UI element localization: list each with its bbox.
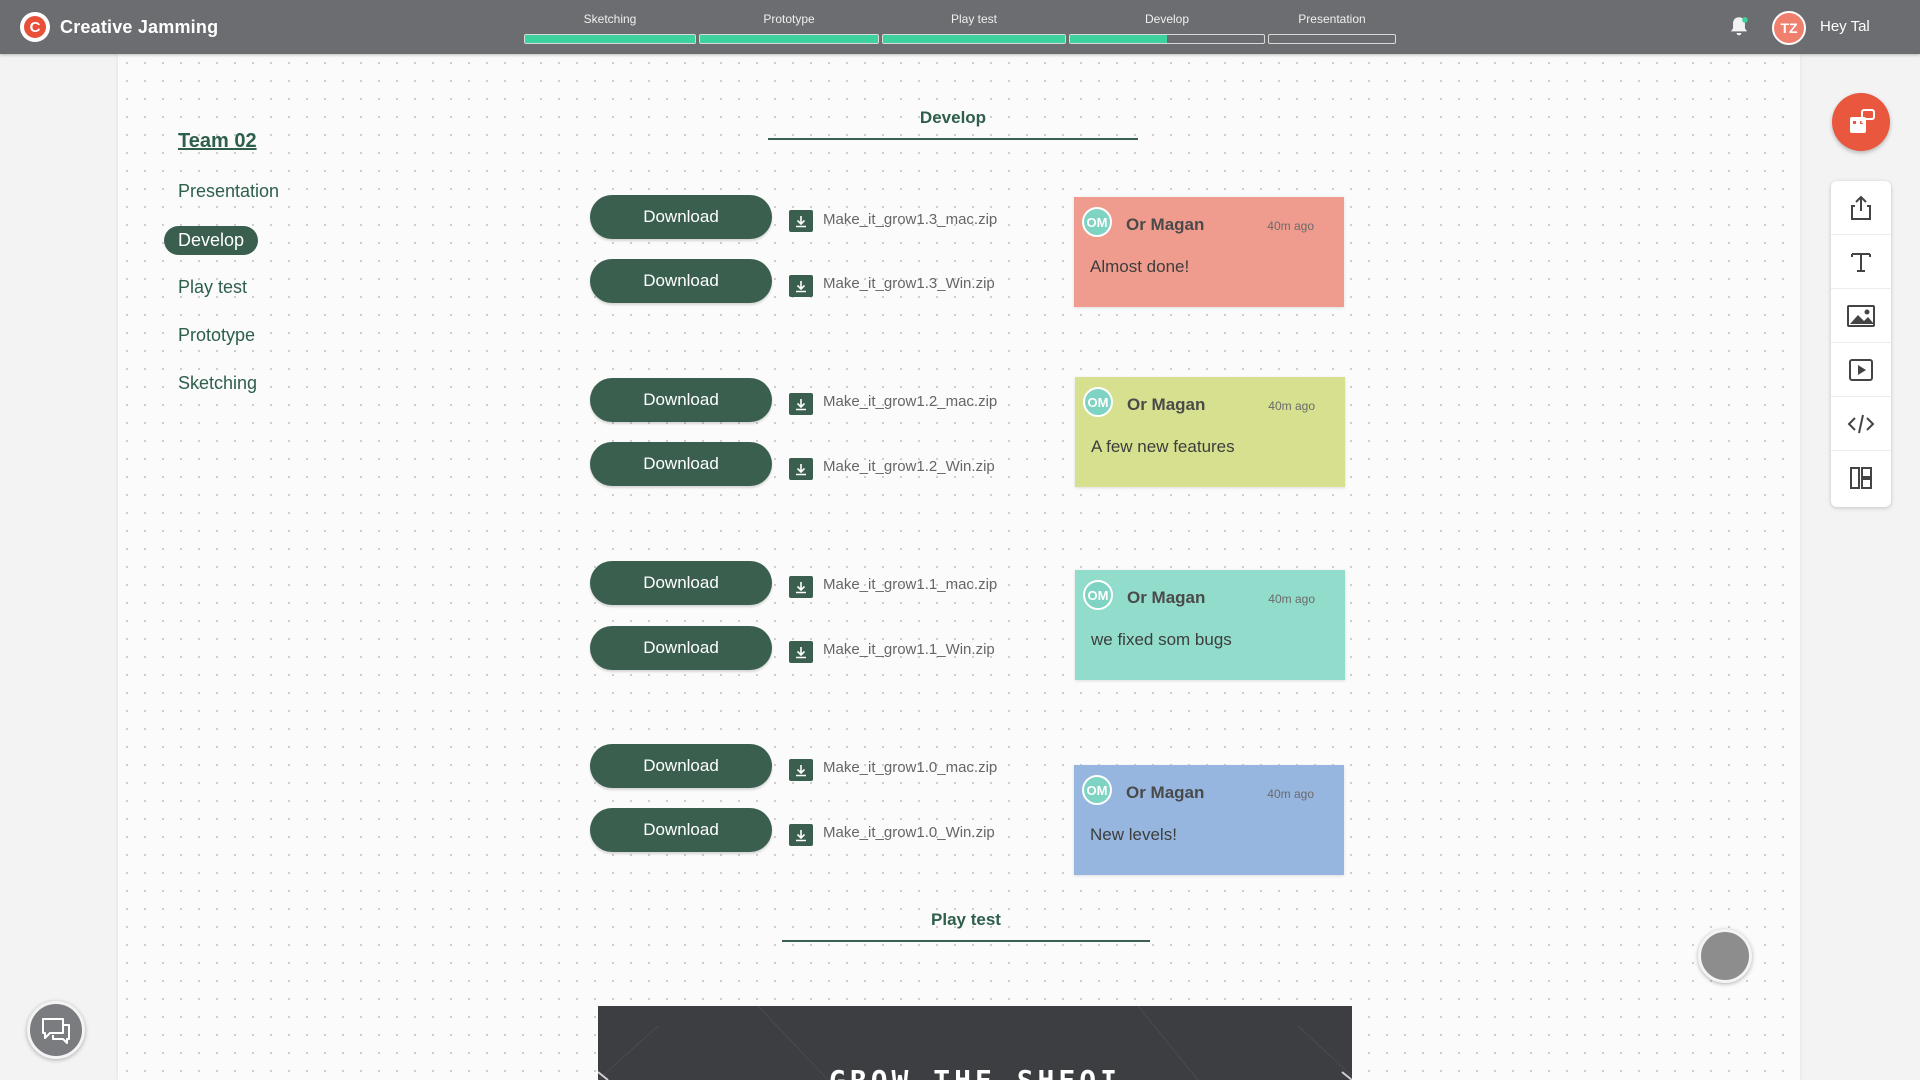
download-file-icon[interactable]: [789, 210, 813, 232]
comment-note[interactable]: OM Or Magan 40m ago we fixed som bugs: [1075, 570, 1345, 680]
insert-toolbar: [1831, 181, 1891, 507]
video-tool[interactable]: [1831, 343, 1891, 397]
comment-time: 40m ago: [1267, 787, 1314, 801]
section-title-playtest: Play test: [782, 910, 1150, 942]
collaborator-cursor[interactable]: [1698, 929, 1752, 983]
comment-message: New levels!: [1090, 825, 1177, 844]
team-link[interactable]: Team 02: [178, 130, 257, 153]
download-file-icon[interactable]: [789, 759, 813, 781]
nav-item-develop[interactable]: Develop: [164, 226, 259, 255]
nav-item-presentation[interactable]: Presentation: [178, 181, 279, 202]
stage-progress: Sketching Prototype Play test Develop Pr…: [524, 12, 1396, 44]
download-button[interactable]: Download: [590, 626, 772, 670]
file-name-link[interactable]: Make_it_grow1.3_Win.zip: [823, 275, 995, 292]
file-name-link[interactable]: Make_it_grow1.3_mac.zip: [823, 211, 997, 228]
nav-item-playtest[interactable]: Play test: [178, 277, 247, 298]
code-tool[interactable]: [1831, 397, 1891, 451]
comment-time: 40m ago: [1268, 399, 1315, 413]
download-button[interactable]: Download: [590, 808, 772, 852]
file-name-link[interactable]: Make_it_grow1.2_Win.zip: [823, 458, 995, 475]
comment-message: A few new features: [1091, 437, 1235, 456]
brand[interactable]: C Creative Jamming: [20, 12, 218, 42]
notification-bell-icon[interactable]: [1726, 14, 1752, 40]
download-button[interactable]: Download: [590, 744, 772, 788]
file-name-link[interactable]: Make_it_grow1.1_mac.zip: [823, 576, 997, 593]
nav-item-sketching[interactable]: Sketching: [178, 373, 257, 394]
section-title-develop: Develop: [768, 108, 1138, 140]
file-name-link[interactable]: Make_it_grow1.0_Win.zip: [823, 824, 995, 841]
chat-icon: [42, 1018, 70, 1044]
download-button[interactable]: Download: [590, 259, 772, 303]
stage-label: Develop: [1144, 12, 1190, 26]
brand-logo-icon: C: [20, 12, 50, 42]
comment-time: 40m ago: [1267, 219, 1314, 233]
comment-note[interactable]: OM Or Magan 40m ago Almost done!: [1074, 197, 1344, 307]
stage-label: Prototype: [763, 12, 815, 26]
comment-message: we fixed som bugs: [1091, 630, 1232, 649]
download-file-icon[interactable]: [789, 824, 813, 846]
stage-prototype[interactable]: Prototype: [699, 12, 879, 44]
image-tool[interactable]: [1831, 289, 1891, 343]
stage-label: Play test: [950, 12, 998, 26]
download-file-icon[interactable]: [789, 576, 813, 598]
download-file-icon[interactable]: [789, 393, 813, 415]
stage-progress-bar: [699, 34, 879, 44]
top-bar: C Creative Jamming Sketching Prototype P…: [0, 0, 1920, 54]
commenter-avatar: OM: [1082, 775, 1112, 805]
image-icon: [1847, 304, 1875, 327]
file-name-link[interactable]: Make_it_grow1.0_mac.zip: [823, 759, 997, 776]
user-avatar[interactable]: TZ: [1772, 11, 1806, 45]
chat-button[interactable]: [27, 1001, 85, 1059]
stage-progress-bar: [1268, 34, 1396, 44]
user-greeting[interactable]: Hey Tal: [1820, 18, 1870, 35]
app-name: Creative Jamming: [60, 16, 219, 37]
nav-item-prototype[interactable]: Prototype: [178, 325, 255, 346]
comment-note[interactable]: OM Or Magan 40m ago A few new features: [1075, 377, 1345, 487]
commenter-avatar: OM: [1083, 387, 1113, 417]
commenter-avatar: OM: [1083, 580, 1113, 610]
comment-time: 40m ago: [1268, 592, 1315, 606]
download-button[interactable]: Download: [590, 442, 772, 486]
stage-progress-bar: [1069, 34, 1265, 44]
stage-progress-bar: [524, 34, 696, 44]
stage-sketching[interactable]: Sketching: [524, 12, 696, 44]
stage-label: Sketching: [583, 12, 637, 26]
stage-develop[interactable]: Develop: [1069, 12, 1265, 44]
commenter-avatar: OM: [1082, 207, 1112, 237]
download-file-icon[interactable]: [789, 458, 813, 480]
download-button[interactable]: Download: [590, 378, 772, 422]
comment-author: Or Magan: [1127, 395, 1206, 414]
team-board-icon: [1850, 109, 1875, 133]
layout-tool[interactable]: [1831, 451, 1891, 505]
game-title: GROW THE SHEOI: [598, 1064, 1352, 1080]
download-file-icon[interactable]: [789, 641, 813, 663]
file-name-link[interactable]: Make_it_grow1.1_Win.zip: [823, 641, 995, 658]
share-icon: [1851, 195, 1871, 220]
download-button[interactable]: Download: [590, 195, 772, 239]
game-preview[interactable]: GROW THE SHEOI: [598, 1006, 1352, 1080]
stage-presentation[interactable]: Presentation: [1268, 12, 1396, 44]
comment-message: Almost done!: [1090, 257, 1190, 276]
download-button[interactable]: Download: [590, 561, 772, 605]
layout-icon: [1850, 467, 1872, 489]
text-icon: [1851, 252, 1871, 272]
stage-progress-bar: [882, 34, 1066, 44]
file-name-link[interactable]: Make_it_grow1.2_mac.zip: [823, 393, 997, 410]
stage-playtest[interactable]: Play test: [882, 12, 1066, 44]
text-tool[interactable]: [1831, 235, 1891, 289]
download-file-icon[interactable]: [789, 275, 813, 297]
stage-label: Presentation: [1298, 12, 1366, 26]
comment-author: Or Magan: [1127, 588, 1206, 607]
comment-author: Or Magan: [1126, 783, 1205, 802]
comment-author: Or Magan: [1126, 215, 1205, 234]
code-icon: [1847, 414, 1875, 433]
add-widget-button[interactable]: [1832, 93, 1890, 151]
share-tool[interactable]: [1831, 181, 1891, 235]
comment-note[interactable]: OM Or Magan 40m ago New levels!: [1074, 765, 1344, 875]
video-icon: [1849, 358, 1873, 381]
